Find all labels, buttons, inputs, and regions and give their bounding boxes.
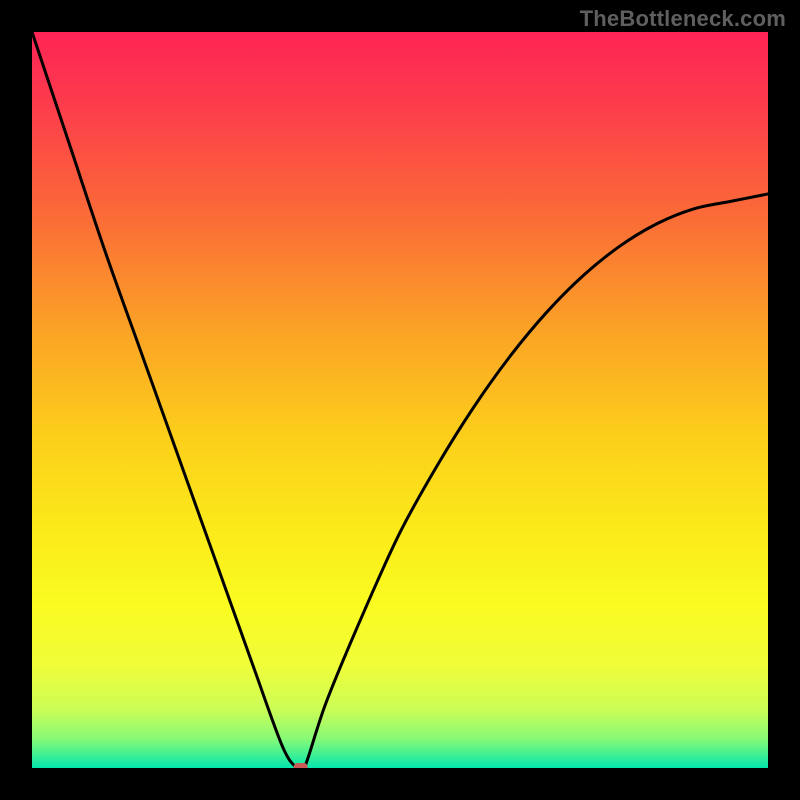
plot-area: [32, 32, 768, 768]
gradient-background: [32, 32, 768, 768]
chart-frame: TheBottleneck.com: [0, 0, 800, 800]
chart-svg: [32, 32, 768, 768]
optimum-marker: [294, 763, 308, 768]
watermark-text: TheBottleneck.com: [580, 6, 786, 32]
